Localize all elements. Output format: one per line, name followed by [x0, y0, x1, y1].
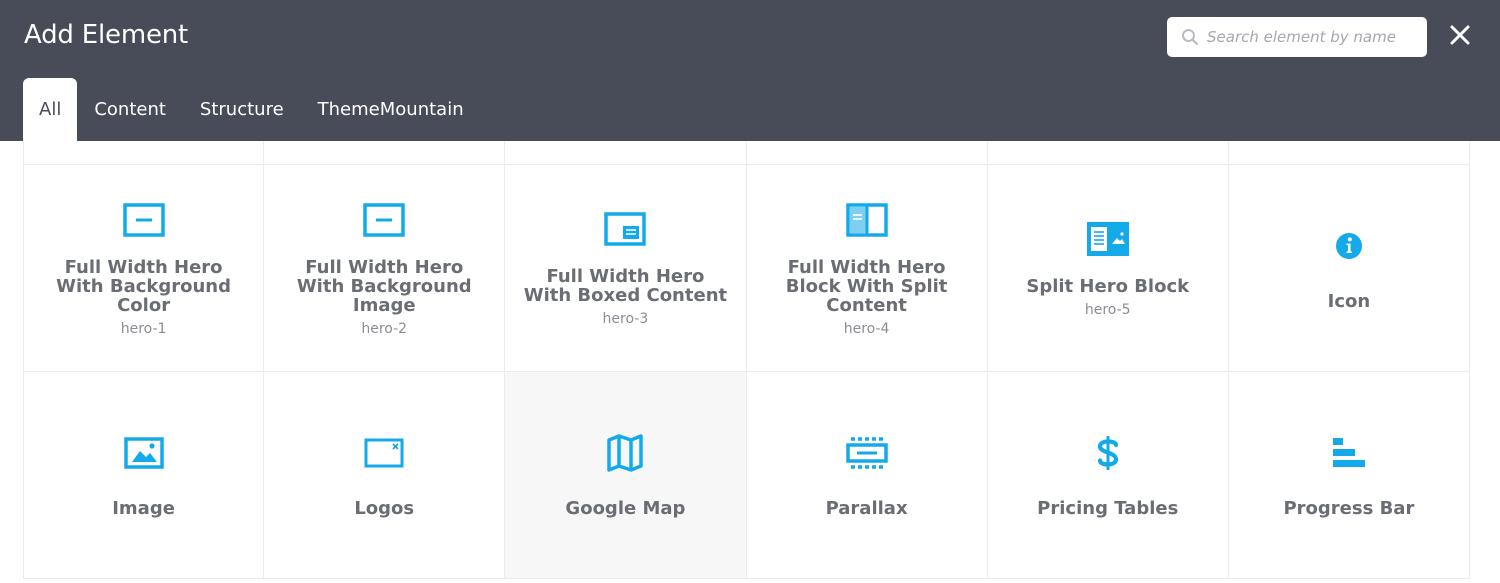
element-name: Google Map — [565, 497, 686, 519]
tab-content[interactable]: Content — [77, 78, 183, 141]
grid-cell-stub — [746, 141, 988, 165]
previous-row-fragment — [23, 141, 1470, 165]
element-grid-area[interactable]: Full Width Hero With Background Color he… — [0, 141, 1500, 583]
element-pricing-tables[interactable]: Pricing Tables — [987, 372, 1229, 579]
element-hero-3[interactable]: Full Width Hero With Boxed Content hero-… — [505, 165, 747, 372]
map-icon — [607, 433, 644, 472]
element-name: Parallax — [825, 497, 908, 519]
parallax-icon — [845, 436, 888, 469]
hero-fullwidth-icon — [122, 202, 165, 237]
element-tag: hero-3 — [602, 311, 649, 327]
grid-cell-stub — [264, 141, 506, 165]
element-name: Full Width Hero Block With Split Content — [785, 256, 948, 316]
grid-cell-stub — [987, 141, 1229, 165]
element-grid: Full Width Hero With Background Color he… — [23, 165, 1470, 579]
close-icon[interactable] — [1446, 21, 1474, 49]
search-input[interactable] — [1207, 17, 1417, 57]
element-progress-bar[interactable]: Progress Bar — [1228, 372, 1470, 579]
element-image[interactable]: Image — [23, 372, 265, 579]
element-tag: hero-2 — [361, 320, 408, 337]
element-name: Image — [112, 497, 175, 519]
tab-structure[interactable]: Structure — [183, 78, 301, 141]
element-name: Pricing Tables — [1037, 497, 1179, 519]
modal-title: Add Element — [24, 20, 189, 50]
dollar-icon — [1097, 435, 1118, 470]
element-tag: hero-5 — [1084, 301, 1131, 318]
element-parallax[interactable]: Parallax — [746, 372, 988, 579]
element-name: Progress Bar — [1283, 497, 1415, 519]
element-tag: hero-4 — [843, 320, 890, 337]
modal-header: Add Element All Content Structure ThemeM… — [0, 0, 1500, 141]
hero-boxed-icon — [604, 212, 647, 246]
progress-bar-icon — [1332, 437, 1365, 467]
info-icon — [1335, 232, 1362, 259]
search-icon — [1182, 29, 1199, 46]
element-name: Split Hero Block — [1026, 275, 1190, 297]
element-name: Icon — [1327, 290, 1371, 312]
element-name: Logos — [354, 497, 415, 519]
image-icon — [123, 436, 164, 469]
tab-thememountain[interactable]: ThemeMountain — [301, 78, 481, 141]
element-icon[interactable]: Icon — [1228, 165, 1470, 372]
element-logos[interactable]: Logos — [264, 372, 506, 579]
hero-split-icon — [845, 202, 888, 237]
search-box[interactable] — [1167, 17, 1427, 57]
element-google-map[interactable]: Google Map — [505, 372, 747, 579]
element-name: Full Width Hero With Background Image — [296, 256, 472, 316]
element-hero-4[interactable]: Full Width Hero Block With Split Content… — [746, 165, 988, 372]
element-hero-1[interactable]: Full Width Hero With Background Color he… — [23, 165, 265, 372]
element-tag: hero-1 — [120, 320, 167, 337]
element-hero-5[interactable]: Split Hero Block hero-5 — [987, 165, 1229, 372]
grid-cell-stub — [505, 141, 747, 165]
hero-fullwidth-icon — [363, 202, 405, 237]
split-hero-block-icon — [1086, 221, 1129, 256]
logos-icon — [364, 438, 404, 467]
element-name: Full Width Hero With Boxed Content — [523, 266, 728, 306]
category-tabs: All Content Structure ThemeMountain — [23, 78, 481, 141]
grid-cell-stub — [1228, 141, 1470, 165]
grid-cell-stub — [23, 141, 265, 165]
element-name: Full Width Hero With Background Color — [56, 256, 231, 316]
element-hero-2[interactable]: Full Width Hero With Background Image he… — [264, 165, 506, 372]
tab-all[interactable]: All — [23, 78, 78, 141]
